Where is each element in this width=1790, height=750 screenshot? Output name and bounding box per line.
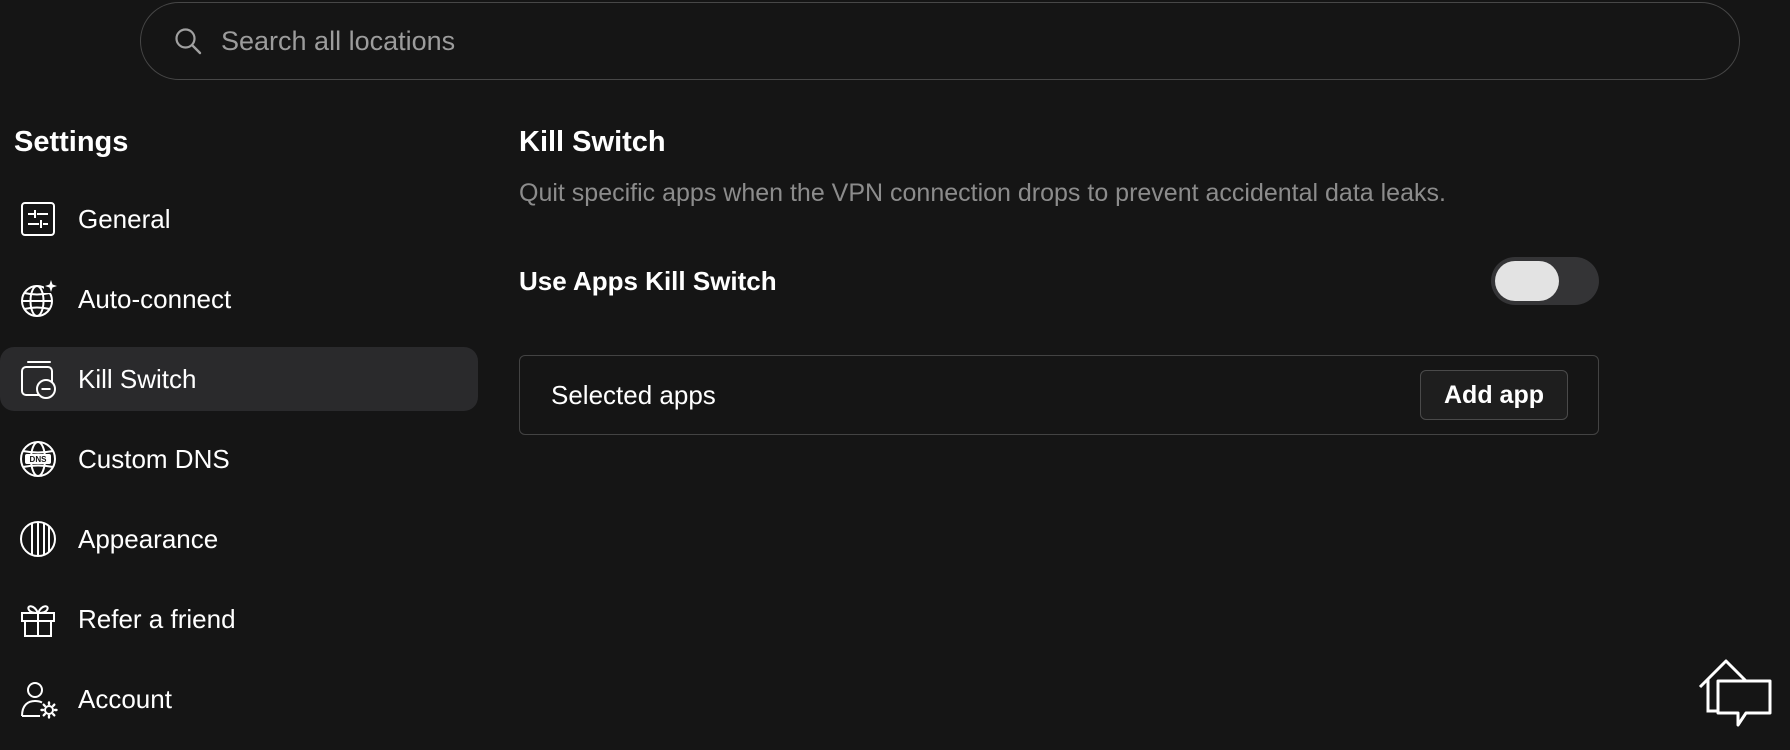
sidebar-item-account[interactable]: Account: [0, 667, 478, 731]
selected-apps-label: Selected apps: [551, 379, 716, 410]
page-description: Quit specific apps when the VPN connecti…: [519, 179, 1446, 207]
sidebar-item-custom-dns[interactable]: DNS Custom DNS: [0, 427, 478, 491]
sidebar-item-label: Appearance: [78, 523, 219, 554]
globe-sparkle-icon: [18, 279, 58, 319]
globe-dns-icon: DNS: [18, 439, 58, 479]
toggle-label: Use Apps Kill Switch: [519, 265, 777, 296]
svg-text:DNS: DNS: [30, 455, 48, 464]
sliders-icon: [18, 199, 58, 239]
gift-icon: [18, 599, 58, 639]
sidebar-item-label: Refer a friend: [78, 603, 236, 634]
search-icon: [173, 26, 203, 56]
sidebar-item-label: Auto-connect: [78, 283, 232, 314]
sidebar-item-label: General: [78, 203, 171, 234]
sidebar-title: Settings: [14, 126, 129, 158]
selected-apps-box: Selected apps Add app: [519, 355, 1599, 435]
sidebar-item-general[interactable]: General: [0, 187, 478, 251]
home-chat-icon[interactable]: [1696, 655, 1776, 735]
sidebar-item-refer-a-friend[interactable]: Refer a friend: [0, 587, 478, 651]
user-gear-icon: [18, 679, 58, 719]
page-title: Kill Switch: [519, 126, 666, 158]
search-input[interactable]: [219, 24, 1739, 58]
sidebar-item-kill-switch[interactable]: Kill Switch: [0, 347, 478, 411]
toggle-knob: [1495, 261, 1559, 301]
appearance-icon: [18, 519, 58, 559]
sidebar-item-auto-connect[interactable]: Auto-connect: [0, 267, 478, 331]
sidebar-item-label: Custom DNS: [78, 443, 230, 474]
sidebar-item-label: Kill Switch: [78, 363, 197, 394]
add-app-button[interactable]: Add app: [1420, 370, 1568, 420]
kill-switch-icon: [18, 359, 58, 399]
search-bar[interactable]: [140, 2, 1740, 80]
apps-kill-switch-toggle[interactable]: [1491, 257, 1599, 305]
sidebar-item-appearance[interactable]: Appearance: [0, 507, 478, 571]
apps-kill-switch-row: Use Apps Kill Switch: [519, 257, 1599, 305]
sidebar-item-label: Account: [78, 683, 172, 714]
